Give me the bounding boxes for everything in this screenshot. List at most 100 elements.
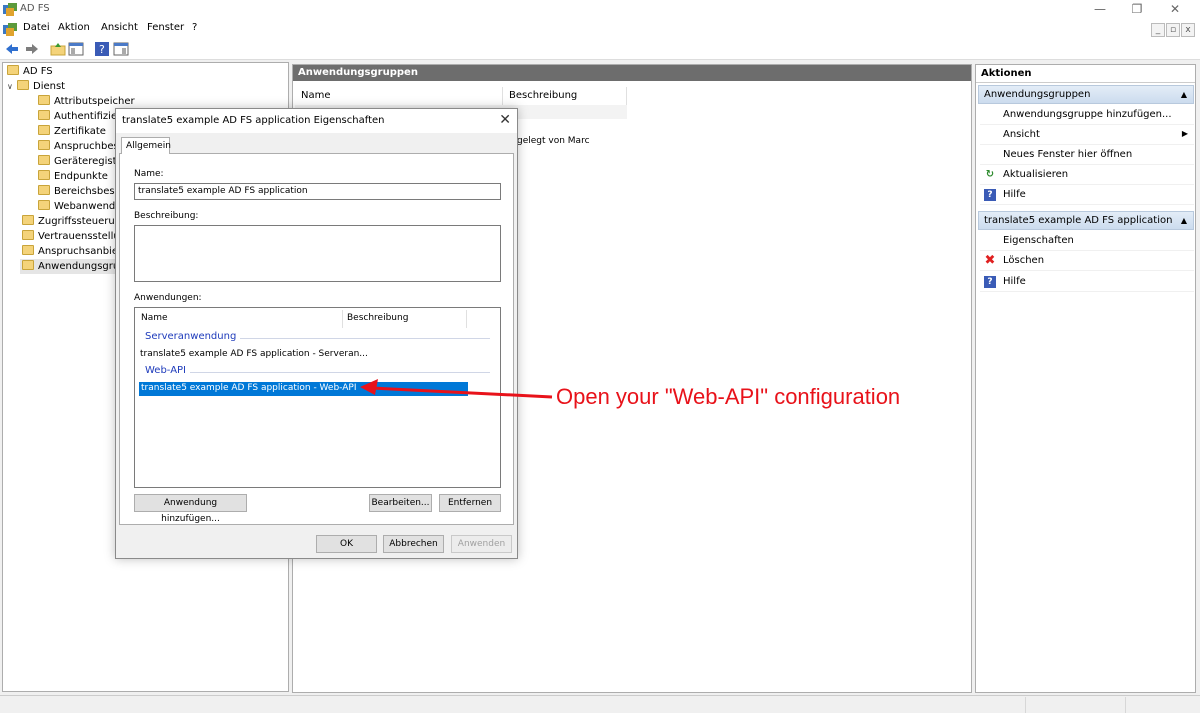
annotation-arrow — [360, 379, 553, 399]
tab-page-allgemein: Name: translate5 example AD FS applicati… — [119, 153, 514, 525]
apply-button[interactable]: Anwenden — [451, 535, 512, 553]
help-icon: ? — [984, 189, 996, 201]
folder-up-icon[interactable] — [50, 41, 66, 57]
actions-pane: Aktionen Anwendungsgruppen ▲ Anwendungsgr… — [975, 64, 1196, 693]
cancel-button[interactable]: Abbrechen — [383, 535, 444, 553]
applications-label: Anwendungen: — [134, 293, 202, 303]
folder-icon — [17, 80, 29, 90]
description-label: Beschreibung: — [134, 211, 199, 221]
refresh-icon: ↻ — [985, 169, 995, 180]
action-new-window[interactable]: Neues Fenster hier öffnen — [980, 145, 1194, 165]
actions-header: Aktionen — [976, 65, 1195, 83]
tree-item-bereichsbeschreibungen[interactable]: Bereichsbesch — [38, 184, 126, 199]
chevron-down-icon[interactable]: ∨ — [7, 79, 17, 94]
annotation-text: Open your "Web-API" configuration — [556, 384, 901, 409]
tree-item-anwendungsgruppen[interactable]: Anwendungsgrup — [20, 259, 126, 274]
action-aktualisieren[interactable]: ↻ Aktualisieren — [980, 165, 1194, 185]
properties-dialog: translate5 example AD FS application Eig… — [115, 108, 518, 559]
restore-button[interactable]: ❐ — [1122, 1, 1152, 19]
actions-section-anwendungsgruppen[interactable]: Anwendungsgruppen ▲ — [978, 85, 1194, 104]
apps-column-beschreibung[interactable]: Beschreibung — [343, 310, 467, 328]
menu-ansicht[interactable]: Ansicht — [101, 22, 138, 33]
folder-icon — [38, 110, 50, 120]
list-item-server-app[interactable]: translate5 example AD FS application - S… — [140, 349, 368, 359]
name-label: Name: — [134, 169, 164, 179]
action-hilfe[interactable]: ? Hilfe — [980, 185, 1194, 205]
dialog-close-button[interactable]: ✕ — [499, 112, 511, 128]
group-web-api: Web-API — [145, 365, 191, 376]
submenu-arrow-icon: ▶ — [1181, 129, 1188, 138]
folder-icon — [22, 245, 34, 255]
tree-item-endpunkte[interactable]: Endpunkte — [38, 169, 108, 184]
folder-icon — [22, 215, 34, 225]
folder-icon — [38, 185, 50, 195]
ok-button[interactable]: OK — [316, 535, 377, 553]
mdi-minimize-button[interactable]: _ — [1151, 23, 1165, 37]
minimize-button[interactable]: — — [1085, 1, 1115, 19]
tree-item-dienst[interactable]: ∨ Dienst — [7, 79, 65, 94]
tree-item-webanwendung[interactable]: Webanwendu — [38, 199, 122, 214]
back-arrow-icon[interactable] — [4, 41, 20, 57]
menu-bar: Datei Aktion Ansicht Fenster ? _ ▫ x — [0, 20, 1200, 38]
tab-allgemein[interactable]: Allgemein — [121, 137, 171, 154]
folder-icon — [22, 260, 34, 270]
folder-icon — [38, 95, 50, 105]
result-pane-header: Anwendungsgruppen — [293, 65, 971, 81]
column-header-beschreibung[interactable]: Beschreibung — [503, 87, 627, 105]
toolbar: ? — [0, 38, 1200, 60]
window-titlebar: AD FS — ❐ ✕ — [0, 0, 1200, 20]
action-add-application-group[interactable]: Anwendungsgruppe hinzufügen... — [980, 105, 1194, 125]
status-cell — [1025, 697, 1125, 713]
menu-help[interactable]: ? — [192, 22, 197, 33]
tree-item-authentifizierung[interactable]: Authentifizier — [38, 109, 121, 124]
menu-aktion[interactable]: Aktion — [58, 22, 90, 33]
tree-item-zugriffssteuerung[interactable]: Zugriffssteuerung — [22, 214, 127, 229]
add-application-button[interactable]: Anwendung hinzufügen... — [134, 494, 247, 524]
console-tree-icon[interactable] — [68, 41, 84, 57]
tree-item-adfs[interactable]: AD FS — [7, 64, 53, 79]
help-icon[interactable]: ? — [94, 41, 110, 57]
action-eigenschaften[interactable]: Eigenschaften — [980, 231, 1194, 251]
tree-item-anspruchsanbieter[interactable]: Anspruchsanbiete — [22, 244, 128, 259]
folder-icon — [22, 230, 34, 240]
column-header-name[interactable]: Name — [295, 87, 503, 105]
group-serveranwendung: Serveranwendung — [145, 331, 241, 342]
tree-item-zertifikate[interactable]: Zertifikate — [38, 124, 106, 139]
folder-icon — [38, 140, 50, 150]
edit-button[interactable]: Bearbeiten... — [369, 494, 432, 512]
collapse-arrow-icon[interactable]: ▲ — [1181, 90, 1187, 99]
folder-icon — [7, 65, 19, 75]
show-hide-pane-icon[interactable] — [113, 41, 129, 57]
collapse-arrow-icon[interactable]: ▲ — [1181, 216, 1187, 225]
adfs-app-icon — [3, 3, 17, 16]
close-window-button[interactable]: ✕ — [1160, 1, 1190, 19]
action-ansicht[interactable]: Ansicht ▶ — [980, 125, 1194, 145]
tree-item-anspruchbeschreibungen[interactable]: Anspruchbesc — [38, 139, 124, 154]
folder-icon — [38, 125, 50, 135]
group-divider — [145, 372, 490, 373]
action-loeschen[interactable]: ✖ Löschen — [980, 251, 1194, 271]
svg-text:?: ? — [99, 43, 105, 56]
mdi-restore-button[interactable]: ▫ — [1166, 23, 1180, 37]
menu-fenster[interactable]: Fenster — [147, 22, 184, 33]
menu-datei[interactable]: Datei — [23, 22, 50, 33]
mdi-close-button[interactable]: x — [1181, 23, 1195, 37]
description-field[interactable] — [134, 225, 501, 282]
forward-arrow-icon[interactable] — [24, 41, 40, 57]
actions-section-application[interactable]: translate5 example AD FS application ▲ — [978, 211, 1194, 230]
apps-column-name[interactable]: Name — [137, 310, 343, 328]
folder-icon — [38, 200, 50, 210]
status-bar — [0, 695, 1200, 713]
adfs-mmc-icon — [3, 23, 17, 36]
name-field[interactable]: translate5 example AD FS application — [134, 183, 501, 200]
folder-icon — [38, 170, 50, 180]
folder-icon — [38, 155, 50, 165]
status-cell — [1125, 697, 1200, 713]
tree-item-attributspeicher[interactable]: Attributspeicher — [38, 94, 135, 109]
help-icon: ? — [984, 276, 996, 288]
remove-button[interactable]: Entfernen — [439, 494, 501, 512]
delete-icon: ✖ — [984, 253, 996, 268]
action-hilfe-2[interactable]: ? Hilfe — [980, 272, 1194, 292]
dialog-title: translate5 example AD FS application Eig… — [122, 115, 385, 126]
dialog-titlebar: translate5 example AD FS application Eig… — [116, 109, 517, 133]
